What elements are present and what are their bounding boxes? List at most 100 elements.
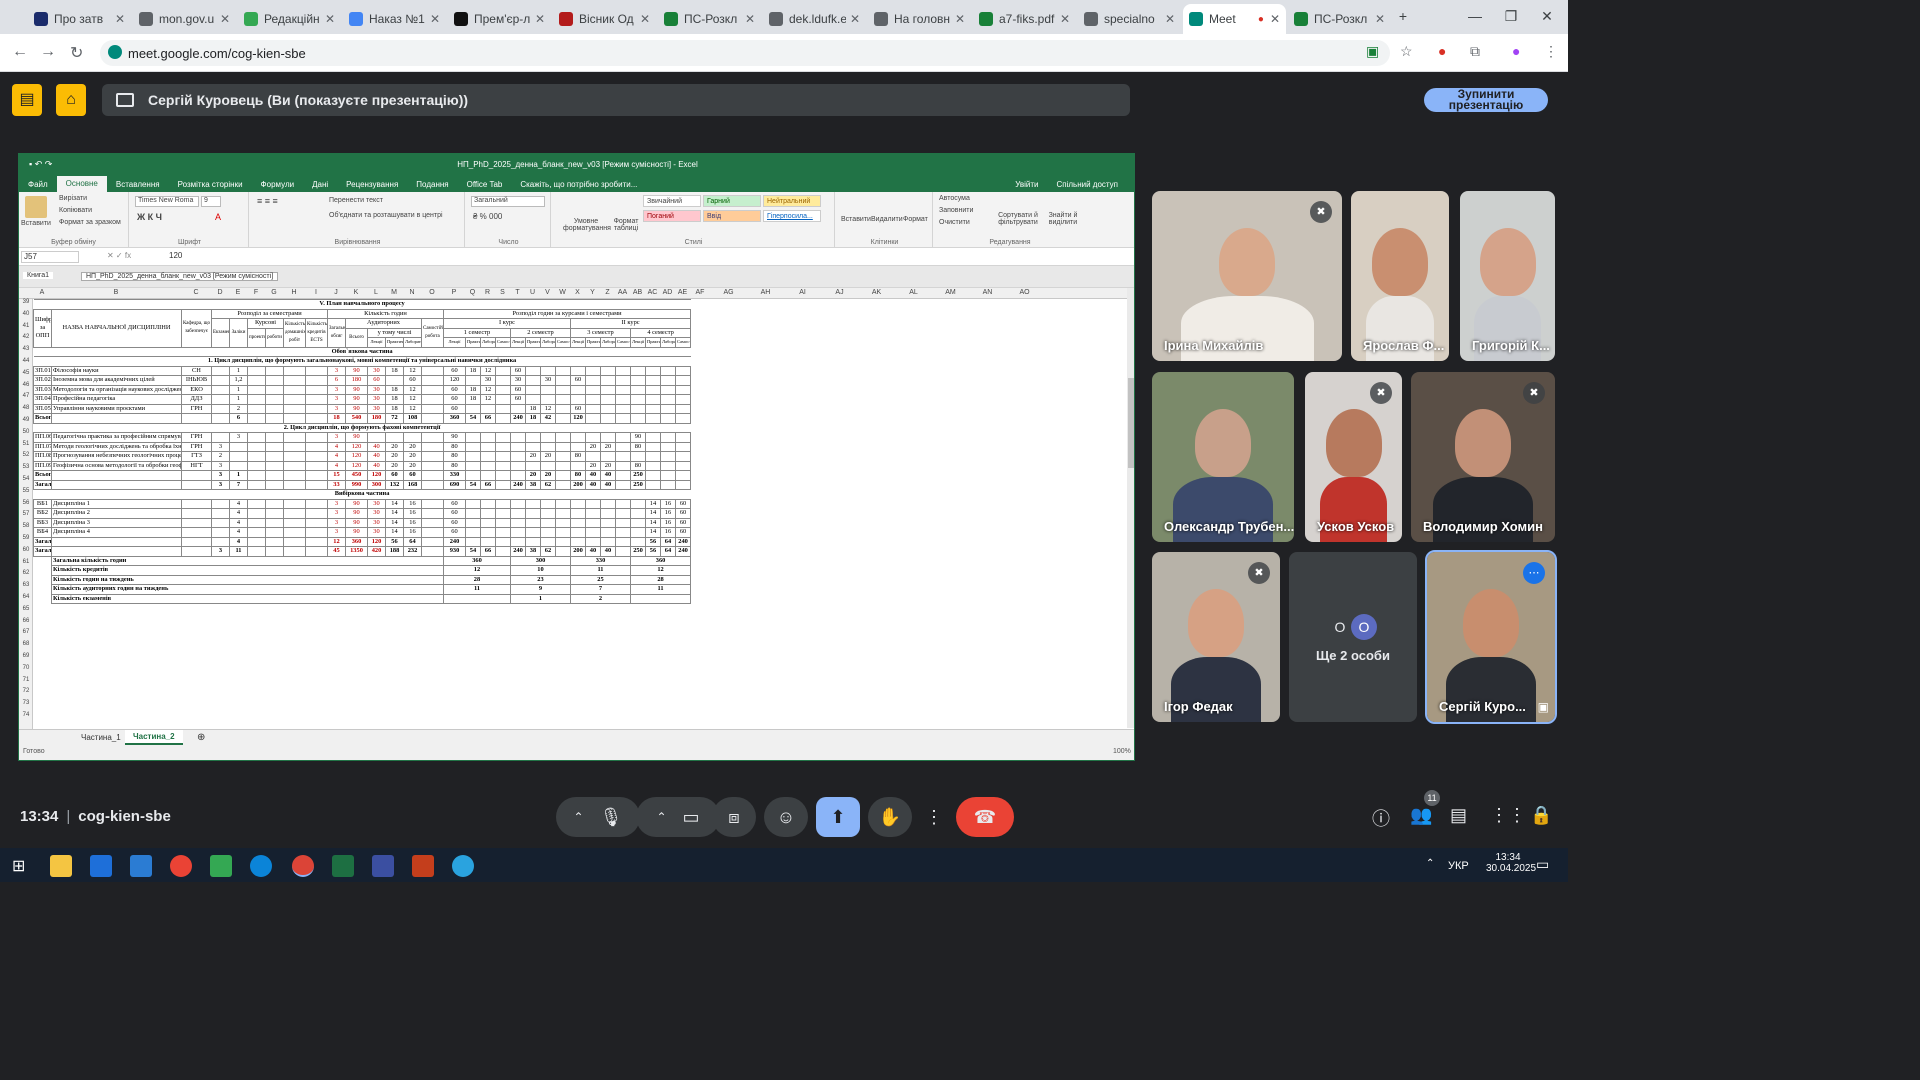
table-cell[interactable] [247,365,266,376]
column-header[interactable]: W [555,289,570,296]
participant-tile[interactable]: Володимир Хомин ✖ [1411,372,1555,542]
table-cell[interactable] [660,451,676,462]
table-cell[interactable]: 250 [630,546,646,557]
table-cell[interactable] [555,375,571,386]
table-cell[interactable] [465,460,481,471]
more-options-button[interactable]: ⋮ [916,797,952,837]
table-cell[interactable] [283,508,306,519]
row-header[interactable]: 71 [19,677,33,683]
table-cell[interactable]: 56 [385,536,404,547]
table-cell[interactable] [495,527,511,538]
table-cell[interactable]: 12 [480,384,496,395]
column-header[interactable]: P [443,289,465,296]
column-header[interactable]: AL [895,289,932,296]
table-cell[interactable]: 60 [443,384,466,395]
table-cell[interactable]: 30 [480,375,496,386]
browser-tab[interactable]: a7-fiks.pdf ✕ [973,4,1076,34]
table-cell[interactable] [421,498,444,509]
camera-button[interactable]: ⌃ ▭ [636,797,720,837]
table-cell[interactable] [495,441,511,452]
table-cell[interactable]: 60 [674,508,692,519]
back-icon[interactable]: ← [12,43,28,61]
header-exams[interactable]: Екзамени [211,318,230,348]
table-cell[interactable]: 54 [465,413,481,424]
table-cell[interactable]: 30 [367,527,386,538]
table-cell[interactable] [305,394,328,405]
table-cell[interactable] [480,432,496,443]
table-cell[interactable] [305,527,328,538]
table-cell[interactable] [600,517,616,528]
column-header[interactable]: AC [645,289,660,296]
table-cell[interactable]: 56 [645,546,661,557]
table-cell[interactable] [265,546,284,557]
column-header[interactable]: G [265,289,283,296]
table-cell[interactable] [510,527,526,538]
table-cell[interactable] [421,451,444,462]
table-cell[interactable] [51,536,182,547]
summary-value[interactable]: 28 [629,574,692,585]
table-cell[interactable] [555,432,571,443]
table-cell[interactable] [555,441,571,452]
table-cell[interactable] [283,451,306,462]
table-cell[interactable] [211,536,230,547]
table-cell[interactable] [211,365,230,376]
table-cell[interactable]: Дисципліна 2 [51,508,182,519]
row-header[interactable]: 44 [19,358,33,364]
row-header[interactable]: 57 [19,511,33,517]
minimize-button[interactable]: — [1460,8,1490,24]
table-cell[interactable] [495,394,511,405]
table-cell[interactable] [600,527,616,538]
column-header[interactable]: AN [969,289,1006,296]
table-cell[interactable] [674,365,692,376]
header-incl[interactable]: у тому числі [367,327,422,338]
summary-value[interactable]: 1 [510,593,571,604]
fill-button[interactable]: Заповнити [939,207,973,214]
row-header[interactable]: 42 [19,334,33,340]
table-cell[interactable] [305,365,328,376]
table-cell[interactable]: 30 [540,375,556,386]
table-cell[interactable]: 3 [211,470,230,481]
table-cell[interactable] [525,508,541,519]
table-cell[interactable] [555,451,571,462]
table-cell[interactable] [247,498,266,509]
table-cell[interactable]: 120 [367,536,386,547]
table-cell[interactable]: Всього в циклі 1: [33,413,52,424]
table-cell[interactable] [615,375,631,386]
activities-icon[interactable]: ▤ [12,84,42,116]
table-cell[interactable] [305,460,328,471]
header-lectures[interactable]: Лекції [367,337,386,348]
table-cell[interactable]: Методи геологічних досліджень та обробка… [51,441,182,452]
table-cell[interactable]: ВБ3 [33,517,52,528]
table-cell[interactable] [585,517,601,528]
table-cell[interactable]: 60 [443,527,466,538]
header-works[interactable]: роботи [265,327,284,348]
table-cell[interactable]: 33 [327,479,346,490]
find-select-button[interactable]: Знайти й виділити [1043,212,1083,226]
address-bar[interactable]: meet.google.com/cog-kien-sbe [100,40,1390,66]
table-cell[interactable] [265,451,284,462]
table-cell[interactable] [283,479,306,490]
table-cell[interactable] [630,517,646,528]
summary-value[interactable]: 23 [510,574,571,585]
table-cell[interactable]: Дисципліна 4 [51,527,182,538]
table-cell[interactable] [615,498,631,509]
table-cell[interactable] [421,460,444,471]
close-tab-icon[interactable]: ✕ [220,12,230,26]
table-cell[interactable] [660,403,676,414]
summary-value[interactable]: 7 [570,584,631,595]
row-header[interactable]: 59 [19,535,33,541]
table-cell[interactable] [510,508,526,519]
table-cell[interactable] [615,394,631,405]
table-cell[interactable]: 20 [385,460,404,471]
table-cell[interactable] [421,508,444,519]
table-cell[interactable] [305,536,328,547]
table-cell[interactable] [495,384,511,395]
table-cell[interactable] [585,413,601,424]
table-cell[interactable] [211,498,230,509]
table-cell[interactable] [421,432,444,443]
table-cell[interactable]: 1,2 [229,375,248,386]
table-cell[interactable]: 60 [385,470,404,481]
app-icon[interactable] [372,855,394,877]
ribbon-tab[interactable]: Дані [303,180,337,189]
table-cell[interactable] [555,413,571,424]
